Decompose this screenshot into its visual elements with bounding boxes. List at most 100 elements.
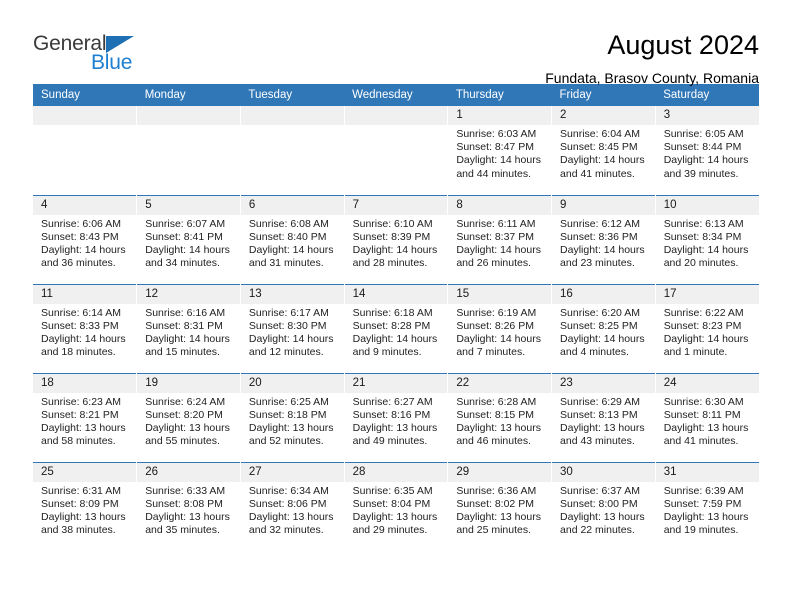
calendar-day-cell[interactable]: 22 Sunrise: 6:28 AM Sunset: 8:15 PM Dayligh… bbox=[447, 372, 553, 462]
day-number: 26 bbox=[137, 462, 240, 482]
day-number: 25 bbox=[33, 462, 137, 482]
calendar-day-cell[interactable]: 19 Sunrise: 6:24 AM Sunset: 8:20 PM Dayligh… bbox=[136, 372, 241, 462]
calendar-day-cell[interactable]: 6 Sunrise: 6:08 AM Sunset: 8:40 PM Daylight… bbox=[240, 194, 345, 284]
day-cell-inner: 20 Sunrise: 6:25 AM Sunset: 8:18 PM Dayligh… bbox=[240, 373, 344, 462]
day-details: Sunrise: 6:22 AM Sunset: 8:23 PM Daylight:… bbox=[656, 304, 759, 360]
daylight-text-line2: and 52 minutes. bbox=[248, 435, 324, 448]
daylight-text-line1: Daylight: 13 hours bbox=[248, 510, 334, 523]
calendar-day-cell[interactable]: 12 Sunrise: 6:16 AM Sunset: 8:31 PM Dayligh… bbox=[136, 283, 241, 373]
sunrise-text: Sunrise: 6:04 AM bbox=[560, 128, 640, 140]
day-number bbox=[240, 106, 344, 125]
calendar-day-cell[interactable]: 18 Sunrise: 6:23 AM Sunset: 8:21 PM Dayligh… bbox=[33, 372, 138, 462]
general-blue-logo[interactable]: General Blue bbox=[33, 29, 153, 77]
daylight-text-line2: and 32 minutes. bbox=[248, 524, 324, 537]
day-number: 17 bbox=[655, 284, 759, 304]
day-details: Sunrise: 6:36 AM Sunset: 8:02 PM Daylight:… bbox=[448, 482, 551, 538]
calendar-day-cell[interactable]: 16 Sunrise: 6:20 AM Sunset: 8:25 PM Dayligh… bbox=[551, 283, 656, 373]
calendar-day-cell[interactable]: 17 Sunrise: 6:22 AM Sunset: 8:23 PM Dayligh… bbox=[655, 283, 759, 373]
sunset-text: Sunset: 8:23 PM bbox=[663, 319, 742, 332]
sunset-text: Sunset: 8:47 PM bbox=[456, 141, 534, 154]
day-cell-inner: 27 Sunrise: 6:34 AM Sunset: 8:06 PM Dayligh… bbox=[240, 462, 344, 552]
daylight-text-line2: and 26 minutes. bbox=[456, 257, 532, 270]
sunrise-text: Sunrise: 6:10 AM bbox=[352, 217, 433, 230]
day-details: Sunrise: 6:08 AM Sunset: 8:40 PM Daylight:… bbox=[241, 215, 344, 271]
day-details: Sunrise: 6:28 AM Sunset: 8:15 PM Daylight:… bbox=[448, 393, 551, 449]
sunrise-text: Sunrise: 6:08 AM bbox=[248, 217, 329, 230]
calendar-day-cell[interactable]: 14 Sunrise: 6:18 AM Sunset: 8:28 PM Dayligh… bbox=[344, 283, 449, 373]
day-cell-inner: 30 Sunrise: 6:37 AM Sunset: 8:00 PM Dayligh… bbox=[552, 462, 655, 552]
weekday-header-monday: Monday bbox=[136, 84, 241, 106]
daylight-text-line2: and 46 minutes. bbox=[456, 435, 532, 448]
daylight-text-line2: and 31 minutes. bbox=[248, 257, 324, 270]
day-details: Sunrise: 6:07 AM Sunset: 8:41 PM Daylight:… bbox=[137, 215, 240, 271]
day-cell-inner: 26 Sunrise: 6:33 AM Sunset: 8:08 PM Dayligh… bbox=[137, 462, 240, 552]
day-cell-inner: 11 Sunrise: 6:14 AM Sunset: 8:33 PM Dayligh… bbox=[33, 284, 137, 373]
calendar-day-cell[interactable]: 4 Sunrise: 6:06 AM Sunset: 8:43 PM Daylight… bbox=[33, 194, 138, 284]
calendar-day-cell[interactable]: 1 Sunrise: 6:03 AM Sunset: 8:47 PM Daylight… bbox=[447, 106, 553, 195]
daylight-text-line2: and 39 minutes. bbox=[663, 167, 739, 180]
calendar-day-cell[interactable]: 8 Sunrise: 6:11 AM Sunset: 8:37 PM Daylight… bbox=[447, 194, 553, 284]
title-block: August 2024 Fundata, Brasov County, Roma… bbox=[545, 29, 759, 88]
daylight-text-line1: Daylight: 13 hours bbox=[41, 421, 126, 434]
calendar-day-cell[interactable]: 28 Sunrise: 6:35 AM Sunset: 8:04 PM Dayligh… bbox=[344, 461, 449, 551]
day-cell-inner: 25 Sunrise: 6:31 AM Sunset: 8:09 PM Dayligh… bbox=[33, 462, 137, 552]
sunset-text: Sunset: 8:16 PM bbox=[352, 408, 431, 421]
daylight-text-line1: Daylight: 14 hours bbox=[560, 332, 645, 345]
calendar-day-cell[interactable]: 11 Sunrise: 6:14 AM Sunset: 8:33 PM Dayligh… bbox=[33, 283, 138, 373]
calendar-day-cell[interactable]: 13 Sunrise: 6:17 AM Sunset: 8:30 PM Dayligh… bbox=[240, 283, 345, 373]
sunset-text: Sunset: 8:04 PM bbox=[352, 497, 431, 510]
calendar-day-cell[interactable]: 9 Sunrise: 6:12 AM Sunset: 8:36 PM Daylight… bbox=[551, 194, 656, 284]
day-cell-inner: 19 Sunrise: 6:24 AM Sunset: 8:20 PM Dayligh… bbox=[137, 373, 240, 462]
sunset-text: Sunset: 8:39 PM bbox=[352, 230, 431, 243]
calendar-day-cell[interactable]: 24 Sunrise: 6:30 AM Sunset: 8:11 PM Dayligh… bbox=[655, 372, 759, 462]
day-number: 29 bbox=[448, 462, 552, 482]
sunset-text: Sunset: 8:37 PM bbox=[456, 230, 534, 243]
logo-text-blue: Blue bbox=[91, 51, 133, 74]
day-number: 9 bbox=[552, 195, 655, 215]
day-details: Sunrise: 6:34 AM Sunset: 8:06 PM Daylight:… bbox=[241, 482, 344, 538]
calendar-week-row: 11 Sunrise: 6:14 AM Sunset: 8:33 PM Dayligh… bbox=[33, 283, 759, 373]
calendar-day-cell[interactable]: 21 Sunrise: 6:27 AM Sunset: 8:16 PM Dayligh… bbox=[344, 372, 449, 462]
daylight-text-line2: and 7 minutes. bbox=[456, 346, 526, 359]
calendar-day-cell[interactable]: 15 Sunrise: 6:19 AM Sunset: 8:26 PM Dayligh… bbox=[447, 283, 553, 373]
daylight-text-line1: Daylight: 14 hours bbox=[456, 332, 541, 345]
sunrise-text: Sunrise: 6:34 AM bbox=[248, 484, 329, 497]
sunset-text: Sunset: 8:00 PM bbox=[560, 497, 638, 510]
calendar-day-cell[interactable]: 2 Sunrise: 6:04 AM Sunset: 8:45 PM Daylight… bbox=[551, 106, 656, 195]
sunrise-text: Sunrise: 6:11 AM bbox=[456, 217, 536, 230]
calendar-week-row: 1 Sunrise: 6:03 AM Sunset: 8:47 PM Daylight… bbox=[33, 106, 759, 195]
calendar-day-cell[interactable]: 25 Sunrise: 6:31 AM Sunset: 8:09 PM Dayligh… bbox=[33, 461, 138, 552]
day-number: 22 bbox=[448, 373, 552, 393]
calendar-day-cell[interactable]: 31 Sunrise: 6:39 AM Sunset: 7:59 PM Dayligh… bbox=[655, 461, 759, 551]
day-number: 27 bbox=[240, 462, 344, 482]
day-number: 31 bbox=[655, 462, 759, 482]
calendar-day-cell[interactable]: 26 Sunrise: 6:33 AM Sunset: 8:08 PM Dayligh… bbox=[136, 461, 241, 552]
calendar-day-cell[interactable]: 5 Sunrise: 6:07 AM Sunset: 8:41 PM Daylight… bbox=[136, 194, 241, 284]
calendar-day-cell[interactable]: 10 Sunrise: 6:13 AM Sunset: 8:34 PM Dayligh… bbox=[655, 194, 759, 284]
calendar-day-cell[interactable]: 3 Sunrise: 6:05 AM Sunset: 8:44 PM Daylight… bbox=[655, 106, 759, 195]
day-details: Sunrise: 6:20 AM Sunset: 8:25 PM Daylight:… bbox=[552, 304, 655, 360]
day-number: 30 bbox=[552, 462, 655, 482]
sunset-text: Sunset: 8:34 PM bbox=[663, 230, 742, 243]
daylight-text-line2: and 43 minutes. bbox=[560, 435, 635, 448]
daylight-text-line1: Daylight: 14 hours bbox=[352, 332, 438, 345]
daylight-text-line1: Daylight: 13 hours bbox=[352, 510, 438, 523]
page-subtitle: Fundata, Brasov County, Romania bbox=[545, 70, 759, 86]
calendar-day-cell[interactable]: 23 Sunrise: 6:29 AM Sunset: 8:13 PM Dayligh… bbox=[551, 372, 656, 462]
sunset-text: Sunset: 8:28 PM bbox=[352, 319, 431, 332]
daylight-text-line2: and 9 minutes. bbox=[352, 346, 422, 359]
calendar-day-cell[interactable]: 7 Sunrise: 6:10 AM Sunset: 8:39 PM Daylight… bbox=[344, 194, 449, 284]
day-details: Sunrise: 6:31 AM Sunset: 8:09 PM Daylight:… bbox=[33, 482, 136, 538]
daylight-text-line1: Daylight: 13 hours bbox=[456, 510, 541, 523]
sunrise-sunset-calendar: Sunday Monday Tuesday Wednesday Thursday… bbox=[33, 84, 759, 551]
calendar-day-cell[interactable]: 29 Sunrise: 6:36 AM Sunset: 8:02 PM Dayligh… bbox=[447, 461, 553, 551]
calendar-day-cell[interactable]: 20 Sunrise: 6:25 AM Sunset: 8:18 PM Dayligh… bbox=[240, 372, 345, 462]
sunrise-text: Sunrise: 6:23 AM bbox=[41, 395, 121, 408]
day-details: Sunrise: 6:06 AM Sunset: 8:43 PM Daylight:… bbox=[33, 215, 136, 271]
sunrise-text: Sunrise: 6:24 AM bbox=[145, 395, 226, 408]
sunrise-text: Sunrise: 6:06 AM bbox=[41, 217, 121, 230]
calendar-day-cell[interactable]: 30 Sunrise: 6:37 AM Sunset: 8:00 PM Dayligh… bbox=[551, 461, 656, 552]
day-cell-inner: 1 Sunrise: 6:03 AM Sunset: 8:47 PM Daylight… bbox=[448, 106, 552, 195]
calendar-day-cell[interactable]: 27 Sunrise: 6:34 AM Sunset: 8:06 PM Dayligh… bbox=[240, 461, 345, 552]
day-details: Sunrise: 6:05 AM Sunset: 8:44 PM Daylight:… bbox=[656, 125, 759, 181]
